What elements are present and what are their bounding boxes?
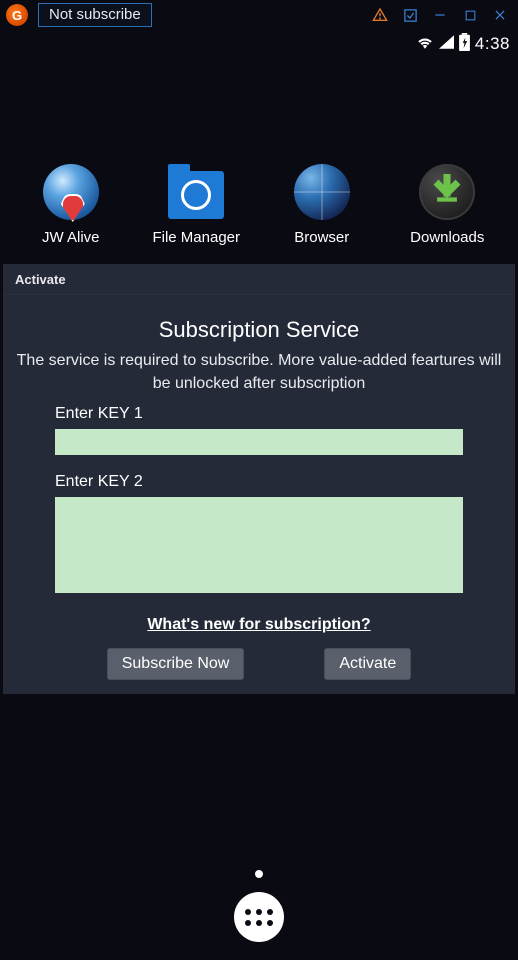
battery-icon [459,33,470,56]
app-label: JW Alive [42,229,100,246]
subscribe-button[interactable]: Subscribe Now [107,648,245,680]
page-indicator-dot [255,870,263,878]
wifi-icon [416,35,434,54]
download-icon [419,164,475,220]
subscription-panel: Activate Subscription Service The servic… [3,264,515,694]
panel-description: The service is required to subscribe. Mo… [15,349,503,395]
key2-input[interactable] [55,497,463,593]
app-label: Downloads [410,229,484,246]
app-logo-icon: G [6,4,28,26]
activate-button[interactable]: Activate [324,648,411,680]
folder-icon [168,171,224,219]
app-label: Browser [294,229,349,246]
status-time: 4:38 [475,34,510,54]
app-jw-alive[interactable]: JW Alive [8,163,134,246]
check-icon[interactable] [402,7,418,23]
globe-icon [294,164,350,220]
subscription-status-badge[interactable]: Not subscribe [38,3,152,27]
app-browser[interactable]: Browser [259,163,385,246]
warning-icon[interactable] [372,7,388,23]
signal-icon [439,35,454,54]
panel-title: Subscription Service [25,317,493,343]
device-status-bar: 4:38 [0,30,518,58]
app-file-manager[interactable]: File Manager [134,163,260,246]
maximize-button[interactable] [462,7,478,23]
minimize-button[interactable] [432,7,448,23]
tab-activate[interactable]: Activate [3,264,515,295]
close-button[interactable] [492,7,508,23]
key1-label: Enter KEY 1 [55,405,463,423]
app-downloads[interactable]: Downloads [385,163,511,246]
jw-alive-icon [43,164,99,220]
app-drawer-button[interactable] [234,892,284,942]
app-label: File Manager [152,229,240,246]
home-screen: JW Alive File Manager Browser Downloads [0,58,518,264]
window-titlebar: G Not subscribe [0,0,518,30]
key2-label: Enter KEY 2 [55,473,463,491]
key1-input[interactable] [55,429,463,455]
whats-new-link[interactable]: What's new for subscription? [147,616,370,633]
